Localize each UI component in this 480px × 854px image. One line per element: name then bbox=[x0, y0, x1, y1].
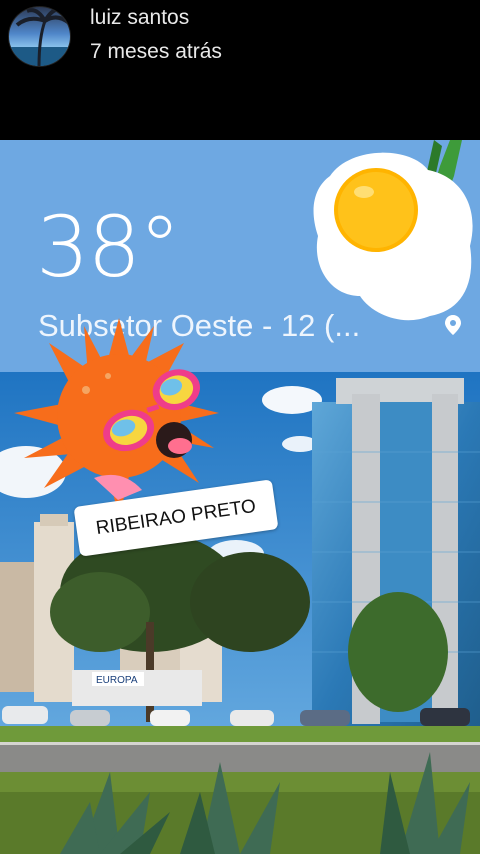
avatar-image bbox=[9, 7, 70, 66]
store-sign: EUROPA bbox=[96, 675, 138, 686]
avatar[interactable] bbox=[8, 6, 71, 67]
fried-egg-sticker bbox=[313, 140, 473, 321]
temperature: 38° bbox=[36, 198, 181, 296]
post-time: 7 meses atrás bbox=[90, 40, 222, 63]
username[interactable]: luiz santos bbox=[90, 6, 189, 30]
sun-sticker bbox=[14, 318, 219, 518]
story-header: luiz santos 7 meses atrás bbox=[0, 0, 480, 140]
